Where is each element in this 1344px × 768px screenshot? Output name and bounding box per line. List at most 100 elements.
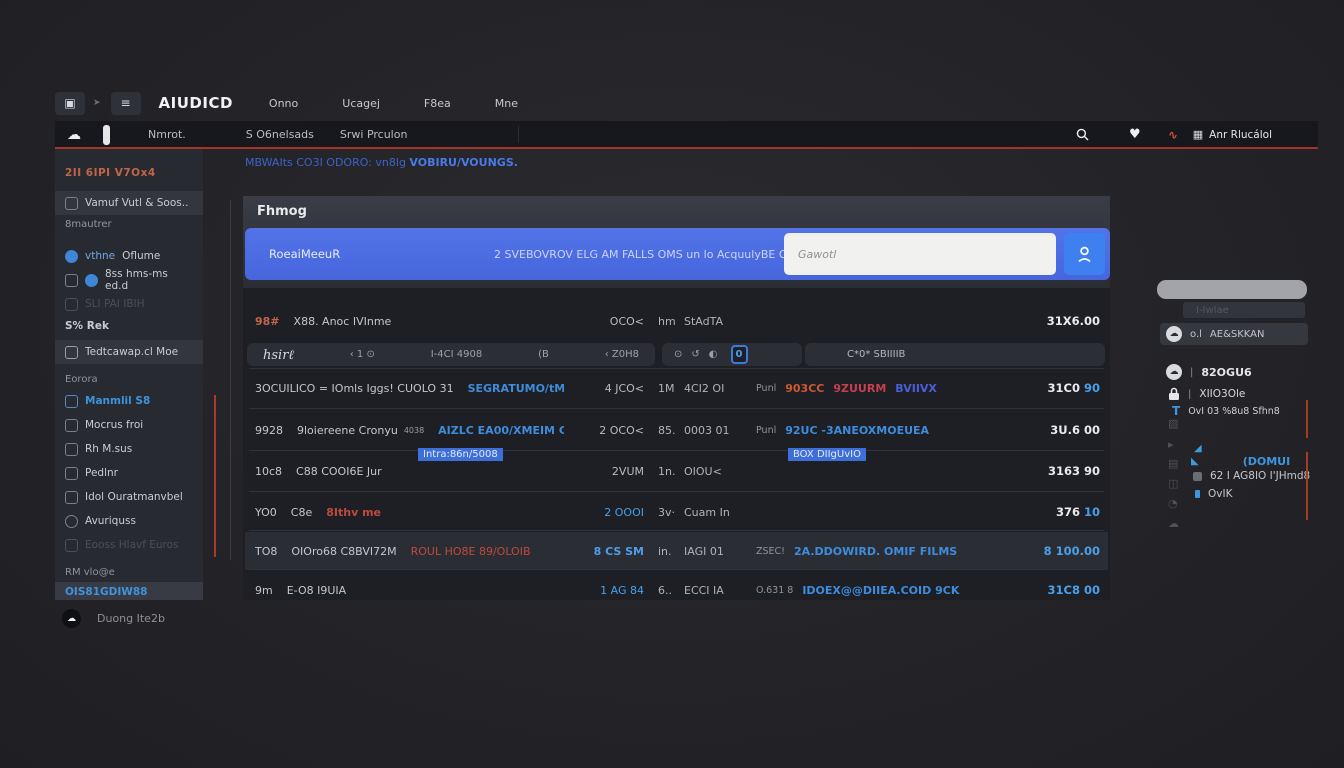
right-link[interactable]: (DOMUI bbox=[1243, 455, 1290, 468]
sidebar-item-online[interactable]: vthne Oflume bbox=[55, 244, 203, 268]
sidebar-item-rek[interactable]: S% Rek bbox=[55, 316, 203, 336]
notes-icon bbox=[65, 346, 78, 359]
sidebar-item-pedlnr[interactable]: Pedlnr bbox=[55, 461, 203, 485]
cell-name: C88 COOI6E Jur bbox=[296, 465, 382, 478]
rail-clock-icon[interactable]: ◔ bbox=[1168, 497, 1178, 510]
table-row-selected[interactable]: TO8 OIOro68 C8BVI72M ROUL HO8E 89/OLOIB … bbox=[245, 532, 1108, 570]
left-sidebar: 2II 6IPI V7Ox4 Vamuf Vutl & Soos.. 8maut… bbox=[55, 149, 203, 600]
cell-name: X88. Anoc IVInme bbox=[294, 315, 392, 328]
cell-name-link[interactable]: SEGRATUMO/tMY bbox=[468, 382, 564, 395]
panel-icon bbox=[65, 539, 78, 552]
sidebar-item-manmlil[interactable]: Manmlil S8 bbox=[55, 389, 203, 413]
sidebar-item-rhmsus[interactable]: Rh M.sus bbox=[55, 437, 203, 461]
cell-tag-link[interactable]: 92UC -3ANEOXMOEUEA bbox=[785, 424, 929, 437]
cell-name: C8e bbox=[291, 506, 312, 519]
menu-item-3[interactable]: Mne bbox=[495, 97, 518, 110]
table-row[interactable]: 10c8 C88 COOI6E Jur 2VUM 1n. OIOU< 3163 … bbox=[245, 452, 1108, 490]
right-search-pill[interactable] bbox=[1157, 280, 1307, 299]
table-row[interactable]: 3OCUILICO = IOmls Iggs! CUOLO 31 SEGRATU… bbox=[245, 369, 1108, 407]
tab-downloads[interactable]: S O6nelsads bbox=[246, 128, 314, 141]
table-row[interactable]: 9m E-O8 I9UIA 1 AG 84 6.. ECCI IA O.631 … bbox=[245, 571, 1108, 600]
toolbar-wide-pill[interactable]: C*0* SBIIIIB bbox=[805, 343, 1105, 366]
banner-search-input[interactable] bbox=[784, 233, 1056, 275]
cell-price: 31C8 00 bbox=[1014, 583, 1100, 597]
cell-time: 4CI2 OI bbox=[684, 382, 756, 395]
undo-icon[interactable]: ↺ bbox=[691, 349, 699, 360]
cell-time: Cuam In bbox=[684, 506, 756, 519]
favorites-icon[interactable]: ♥ bbox=[1129, 127, 1141, 142]
table-row[interactable]: YO0 C8e 8Ithv me 2 OOOI 3v· Cuam In 376 … bbox=[245, 493, 1108, 531]
menu-bar: ▣ ➤ ≡ AIUDICD Onno Ucagej F8ea Mne bbox=[55, 88, 1318, 118]
right-item-backup[interactable]: ☁ | 82OGU6 bbox=[1166, 364, 1252, 380]
sidebar-scrollbar[interactable] bbox=[230, 200, 231, 560]
cell-qty: 1 AG 84 bbox=[564, 584, 644, 597]
sidebar-item-ois[interactable]: OIS81GDIW88 bbox=[55, 582, 203, 600]
zero-badge[interactable]: 0 bbox=[731, 345, 748, 364]
right-item-chart[interactable]: ◢ bbox=[1194, 443, 1202, 454]
sidebar-item-eooss[interactable]: Eooss Hlavf Euros bbox=[55, 533, 203, 557]
user-name: Duong Ite2b bbox=[97, 612, 165, 625]
cell-name-alert: 8Ithv me bbox=[326, 506, 381, 519]
table-row[interactable]: 98# X88. Anoc IVInme OCO< hm StAdTA 31X6… bbox=[245, 302, 1108, 340]
sidebar-item-avuriquss[interactable]: Avuriquss bbox=[55, 509, 203, 533]
sidebar-item-label2: Oflume bbox=[122, 250, 160, 262]
cell-tag-link[interactable]: IDOEX@@DIIEA.COID 9CK bbox=[802, 584, 959, 597]
cell-qty: 2 OCO< bbox=[564, 424, 644, 437]
banner-submit-button[interactable] bbox=[1064, 233, 1105, 275]
right-item-settings[interactable]: T OvI 03 %8u8 Sfhn8 bbox=[1172, 404, 1280, 418]
toolbar-wide-label: C*0* SBIIIIB bbox=[847, 349, 905, 360]
menu-item-0[interactable]: Onno bbox=[269, 97, 298, 110]
cell-name-alert: ROUL HO8E 89/OLOIB bbox=[411, 545, 531, 558]
user-avatar: ☁ bbox=[62, 609, 81, 628]
right-item-lock[interactable]: | XIIO3Ole bbox=[1168, 387, 1245, 401]
sidebar-item-8ss[interactable]: 8ss hms-ms ed.d bbox=[55, 268, 203, 292]
back-icon[interactable]: ➤ bbox=[93, 98, 101, 108]
cell-tag-link[interactable]: 2A.DDOWIRD. OMIF FILMS bbox=[794, 545, 957, 558]
toolbar-icons-pill[interactable]: ⊙ ↺ ◐ 0 bbox=[662, 343, 802, 366]
panel-icon bbox=[65, 491, 78, 504]
flame-icon[interactable]: ∿ bbox=[1167, 127, 1179, 142]
cell-unit: 1n. bbox=[644, 465, 684, 478]
filter-pill-group[interactable]: hsirℓ ‹ 1 ⊙ I-4CI 4908 (B ‹ Z0H8 bbox=[247, 343, 655, 366]
rail-cloud-icon[interactable]: ☁ bbox=[1168, 517, 1179, 530]
cloud-icon: ☁ bbox=[67, 127, 81, 143]
tab-function[interactable]: Srwi Prculon bbox=[340, 128, 408, 141]
cell-tag: 903CC bbox=[785, 382, 824, 395]
person-icon bbox=[1077, 246, 1092, 263]
banner-label: RoeaiMeeuR bbox=[269, 247, 494, 261]
user-footer[interactable]: ☁ Duong Ite2b bbox=[62, 609, 165, 628]
sidebar-item-vamuf[interactable]: Vamuf Vutl & Soos.. bbox=[55, 191, 203, 215]
rail-copy-icon[interactable]: ◫ bbox=[1168, 477, 1178, 490]
contrast-icon[interactable]: ◐ bbox=[709, 349, 718, 360]
panel-icon bbox=[65, 395, 78, 408]
cell-id: 9m bbox=[255, 584, 273, 597]
sidebar-item-idol[interactable]: Idol Ouratmanvbel bbox=[55, 485, 203, 509]
right-account-item[interactable]: ☁ o.l AE&SKKAN bbox=[1160, 323, 1308, 345]
window-icon[interactable]: ▣ bbox=[55, 92, 85, 115]
rail-panel-icon[interactable]: ▤ bbox=[1168, 457, 1178, 470]
right-item-ovik[interactable]: OvIK bbox=[1195, 488, 1232, 500]
cell-unit: 1M bbox=[644, 382, 684, 395]
breadcrumb-link[interactable]: MBWAIts CO3I ODORO: vn8lg VOBIRU/VOUNGS. bbox=[245, 156, 518, 169]
search-icon[interactable] bbox=[1076, 128, 1089, 141]
cell-name-link[interactable]: AIZLC EA00/XMEIM COMIUGON RIVIVOL bbox=[438, 424, 564, 437]
sidebar-item-sli[interactable]: SLI PAI IBIH bbox=[55, 292, 203, 316]
target-icon[interactable]: ⊙ bbox=[674, 349, 682, 360]
tab-nmrot[interactable]: Nmrot. bbox=[148, 128, 186, 141]
rail-play-icon[interactable]: ▸ bbox=[1168, 438, 1174, 451]
sidebar-item-label: Mocrus froi bbox=[85, 419, 143, 431]
cell-price-accent: 10 bbox=[1084, 505, 1100, 519]
rail-folder-icon[interactable]: ▨ bbox=[1168, 417, 1178, 430]
menu-item-1[interactable]: Ucagej bbox=[342, 97, 380, 110]
hamburger-menu-icon[interactable]: ≡ bbox=[111, 92, 141, 115]
sidebar-item-label: S% Rek bbox=[65, 320, 109, 332]
right-item-chart2[interactable]: ◣ (DOMUI bbox=[1191, 455, 1290, 468]
sidebar-item-mocrus[interactable]: Mocrus froi bbox=[55, 413, 203, 437]
sidebar-item-tedtcawap[interactable]: Tedtcawap.cl Moe bbox=[55, 340, 203, 364]
cell-qty: 2VUM bbox=[564, 465, 644, 478]
menu-item-2[interactable]: F8ea bbox=[424, 97, 451, 110]
right-item-audio[interactable]: 62 I AG8IO I'JHmd8 bbox=[1193, 470, 1310, 482]
table-row[interactable]: 9928 9loiereene Cronyu 4038 AIZLC EA00/X… bbox=[245, 409, 1108, 451]
cell-name: 3OCUILICO = IOmls Iggs! CUOLO 31 bbox=[255, 382, 454, 395]
add-resources-button[interactable]: Anr Rlucálol bbox=[1209, 129, 1272, 141]
